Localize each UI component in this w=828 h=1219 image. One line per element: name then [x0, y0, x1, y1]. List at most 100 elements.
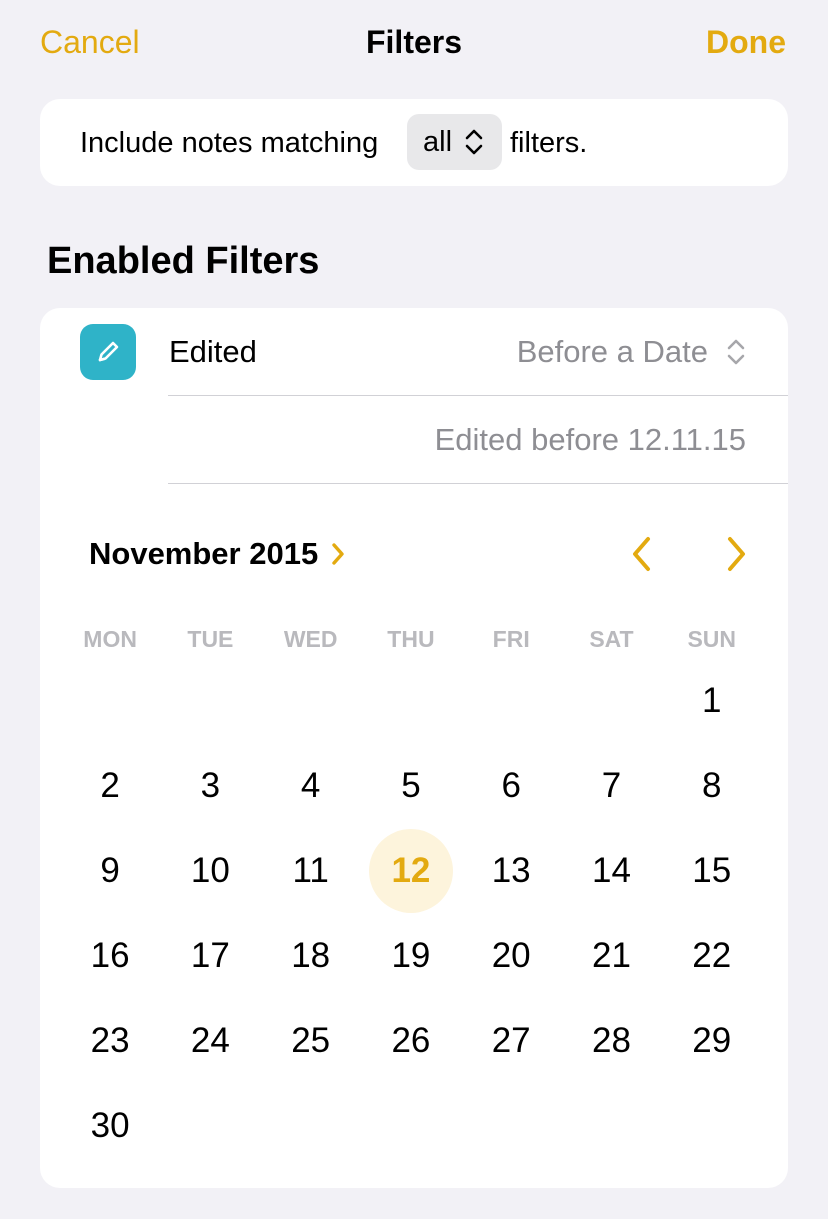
calendar-day-number: 29	[692, 1021, 732, 1060]
chevron-right-icon	[728, 537, 745, 571]
calendar-day[interactable]: 10	[160, 828, 260, 913]
edited-filter-card: Edited Before a Date Edited before 12.11…	[40, 308, 788, 1188]
calendar-empty-cell	[361, 658, 461, 743]
filter-label: Edited	[169, 334, 257, 369]
calendar-day[interactable]: 24	[160, 998, 260, 1083]
calendar-day-number: 15	[692, 851, 732, 890]
calendar-day-number: 1	[701, 681, 722, 720]
divider	[168, 483, 788, 484]
calendar-day-number: 30	[90, 1106, 130, 1145]
calendar-day-number: 20	[491, 936, 531, 975]
calendar-day-number: 22	[692, 936, 732, 975]
chevron-right-icon	[332, 543, 344, 565]
calendar-day-number: 23	[90, 1021, 130, 1060]
calendar-day-grid: 1 2 3 4 5 6 7 8 9 10 11 12 13 14 15 16 17 18 19 20 21 22 23 24 2…	[60, 658, 762, 1168]
chevron-up-down-icon	[465, 129, 483, 155]
chevron-up-down-icon	[727, 339, 745, 365]
calendar-day-number: 25	[291, 1021, 331, 1060]
weekday-label: SAT	[589, 626, 634, 652]
month-year-label: November 2015	[89, 536, 319, 571]
calendar-day[interactable]: 3	[160, 743, 260, 828]
calendar-day-number: 8	[701, 766, 722, 805]
pencil-icon	[80, 324, 136, 380]
calendar-day[interactable]: 2	[60, 743, 160, 828]
calendar-day-number: 9	[100, 851, 120, 890]
calendar-day[interactable]: 27	[461, 998, 561, 1083]
calendar-day-number: 11	[292, 851, 329, 890]
calendar-day-number: 21	[591, 936, 631, 975]
calendar-day[interactable]: 28	[561, 998, 661, 1083]
calendar-day[interactable]: 13	[461, 828, 561, 913]
calendar-day-number: 7	[601, 766, 622, 805]
calendar-day-number: 17	[190, 936, 230, 975]
calendar-day-number: 3	[200, 766, 221, 805]
calendar-day-number: 24	[190, 1021, 230, 1060]
calendar-day[interactable]: 15	[662, 828, 762, 913]
weekday-label: SUN	[687, 626, 736, 652]
filter-summary-text: Edited before 12.11.15	[434, 422, 746, 457]
calendar-day[interactable]: 19	[361, 913, 461, 998]
calendar-day-number: 12	[391, 851, 431, 890]
calendar-day[interactable]: 26	[361, 998, 461, 1083]
done-button[interactable]: Done	[706, 24, 786, 61]
navigation-bar: Cancel Filters Done	[0, 0, 828, 88]
calendar-day-number: 19	[391, 936, 431, 975]
weekday-label: WED	[283, 626, 338, 652]
calendar-day[interactable]: 20	[461, 913, 561, 998]
divider	[168, 395, 788, 396]
calendar-empty-cell	[60, 658, 160, 743]
calendar-day[interactable]: 6	[461, 743, 561, 828]
calendar-day-number: 14	[591, 851, 631, 890]
calendar-empty-cell	[261, 658, 361, 743]
previous-month-button[interactable]	[626, 534, 658, 579]
next-month-button[interactable]	[720, 534, 752, 579]
calendar-day[interactable]: 25	[261, 998, 361, 1083]
calendar-day[interactable]: 18	[261, 913, 361, 998]
calendar-day[interactable]: 1	[662, 658, 762, 743]
calendar-day-number: 4	[300, 766, 321, 805]
calendar-day[interactable]: 21	[561, 913, 661, 998]
calendar-day-number: 5	[401, 766, 421, 805]
calendar-day-number: 28	[591, 1021, 631, 1060]
weekday-label: TUE	[187, 626, 234, 652]
calendar-day[interactable]: 11	[261, 828, 361, 913]
calendar-day[interactable]: 5	[361, 743, 461, 828]
calendar-day[interactable]: 30	[60, 1083, 160, 1168]
weekday-header-row: MON TUE WED THU FRI SAT SUN	[60, 626, 762, 656]
calendar-day-number: 10	[190, 851, 230, 890]
calendar-day-number: 16	[90, 936, 130, 975]
chevron-left-icon	[633, 537, 650, 571]
calendar-day[interactable]: 16	[60, 913, 160, 998]
section-header-enabled-filters: Enabled Filters	[47, 240, 320, 282]
calendar-day[interactable]: 17	[160, 913, 260, 998]
match-mode-card: Include notes matching all filters.	[40, 99, 788, 186]
calendar-day-number: 13	[491, 851, 531, 890]
match-mode-select[interactable]: all	[407, 114, 502, 170]
filter-operator-value: Before a Date	[516, 334, 708, 369]
calendar-day-number: 18	[291, 936, 331, 975]
calendar-day[interactable]: 23	[60, 998, 160, 1083]
weekday-label: THU	[387, 626, 435, 652]
calendar-day[interactable]: 22	[662, 913, 762, 998]
match-mode-value: all	[423, 126, 453, 158]
calendar-day[interactable]: 8	[662, 743, 762, 828]
weekday-label: FRI	[492, 626, 530, 652]
calendar-day-number: 26	[391, 1021, 431, 1060]
weekday-label: MON	[83, 626, 137, 652]
calendar-day[interactable]: 9	[60, 828, 160, 913]
filter-operator-select[interactable]: Before a Date	[517, 334, 746, 370]
calendar-empty-cell	[160, 658, 260, 743]
calendar-day[interactable]: 7	[561, 743, 661, 828]
calendar-day-selected[interactable]: 12	[361, 828, 461, 913]
calendar-day-number: 6	[501, 766, 521, 805]
calendar-day[interactable]: 29	[662, 998, 762, 1083]
calendar-day-number: 27	[491, 1021, 531, 1060]
calendar-day[interactable]: 4	[261, 743, 361, 828]
calendar-empty-cell	[461, 658, 561, 743]
month-year-picker-button[interactable]: November 2015	[89, 536, 346, 572]
calendar-day[interactable]: 14	[561, 828, 661, 913]
calendar-empty-cell	[561, 658, 661, 743]
calendar-day-number: 2	[100, 766, 120, 805]
page-title: Filters	[365, 24, 463, 60]
match-prefix-text: Include notes matching	[80, 127, 379, 159]
